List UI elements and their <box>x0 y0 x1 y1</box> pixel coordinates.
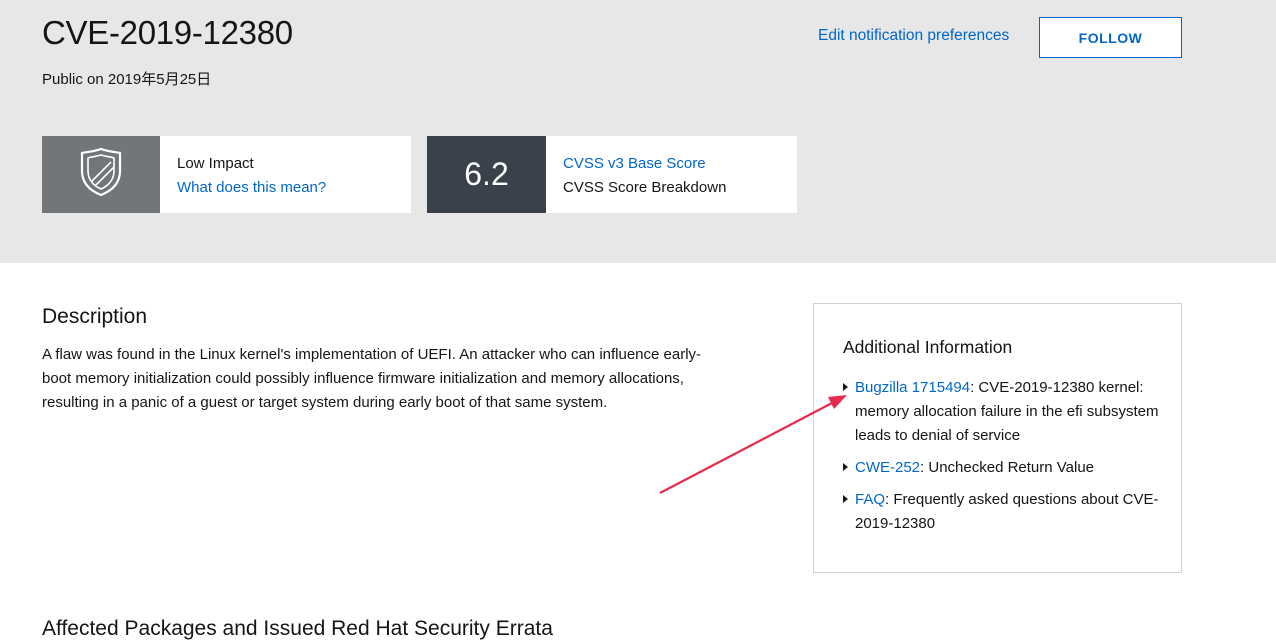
cvss-score: 6.2 <box>427 136 546 213</box>
cwe-description: : Unchecked Return Value <box>920 459 1095 476</box>
edit-notification-preferences-link[interactable]: Edit notification preferences <box>818 27 1009 45</box>
faq-description: : Frequently asked questions about CVE-2… <box>855 491 1159 532</box>
impact-label: Low Impact <box>177 155 254 172</box>
faq-link[interactable]: FAQ <box>855 491 885 508</box>
list-item: Bugzilla 1715494: CVE-2019-12380 kernel:… <box>843 376 1163 448</box>
page-title: CVE-2019-12380 <box>42 14 293 51</box>
caret-right-icon <box>843 463 848 471</box>
additional-information-panel: Additional Information Bugzilla 1715494:… <box>813 303 1182 573</box>
follow-button[interactable]: FOLLOW <box>1039 17 1182 58</box>
impact-help-link[interactable]: What does this mean? <box>177 179 326 196</box>
impact-icon-box <box>42 136 160 213</box>
cvss-card: 6.2 CVSS v3 Base Score CVSS Score Breakd… <box>427 136 797 213</box>
caret-right-icon <box>843 383 848 391</box>
bugzilla-link[interactable]: Bugzilla 1715494 <box>855 379 970 396</box>
additional-information-list: Bugzilla 1715494: CVE-2019-12380 kernel:… <box>843 376 1163 544</box>
cve-header: CVE-2019-12380 Public on 2019年5月25日 Edit… <box>0 0 1276 263</box>
description-heading: Description <box>42 305 148 328</box>
cvss-breakdown-label: CVSS Score Breakdown <box>563 179 727 196</box>
shield-icon <box>79 147 123 202</box>
description-text: A flaw was found in the Linux kernel's i… <box>42 346 702 411</box>
additional-information-heading: Additional Information <box>843 337 1013 357</box>
list-item: FAQ: Frequently asked questions about CV… <box>843 488 1163 536</box>
caret-right-icon <box>843 495 848 503</box>
list-item: CWE-252: Unchecked Return Value <box>843 456 1163 480</box>
impact-card: Low Impact What does this mean? <box>42 136 411 213</box>
affected-packages-heading: Affected Packages and Issued Red Hat Sec… <box>42 617 553 640</box>
cwe-link[interactable]: CWE-252 <box>855 459 920 476</box>
public-date: Public on 2019年5月25日 <box>42 71 212 88</box>
cvss-base-score-link[interactable]: CVSS v3 Base Score <box>563 155 706 172</box>
